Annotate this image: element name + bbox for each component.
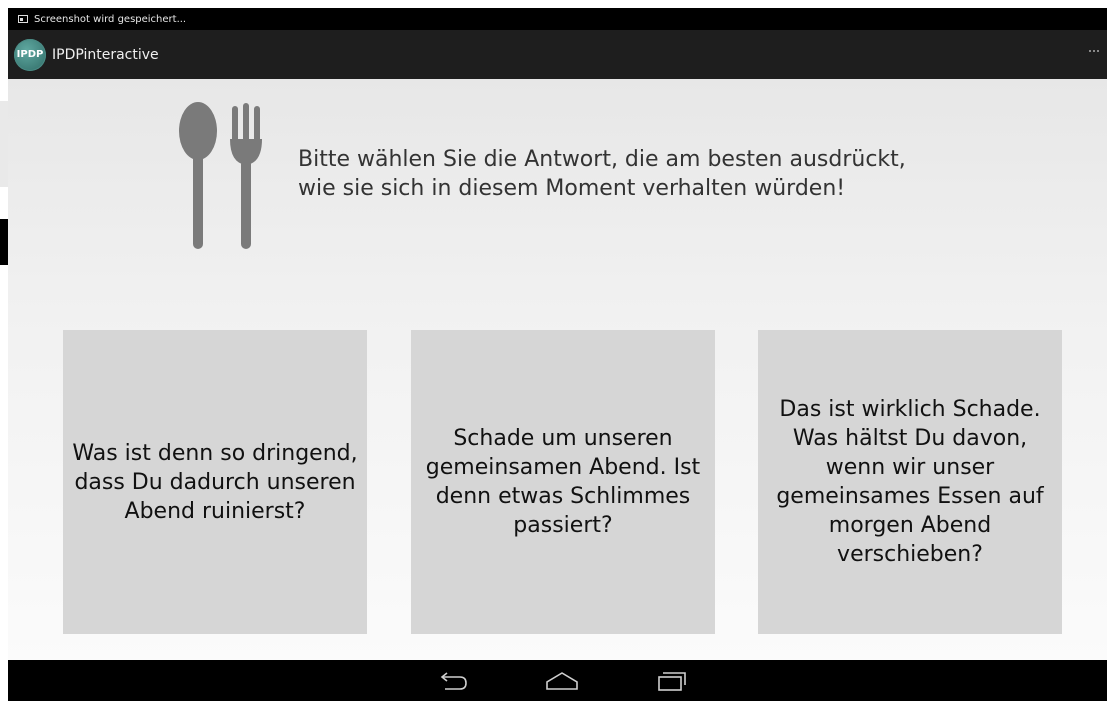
option-text: Was ist denn so dringend, — [72, 440, 358, 466]
home-icon[interactable] — [542, 668, 582, 694]
option-text: gemeinsamen Abend. Ist — [425, 455, 701, 480]
option-text: gemeinsames Essen auf — [776, 484, 1044, 509]
option-text: Schade um unseren — [453, 426, 673, 451]
overflow-menu-icon[interactable] — [1089, 50, 1099, 52]
status-bar: Screenshot wird gespeichert... — [8, 8, 1107, 30]
main-content: Bitte wählen Sie die Antwort, die am bes… — [8, 79, 1107, 660]
prompt-line: wie sie sich in diesem Moment verhalten … — [298, 176, 846, 201]
prompt-line: Bitte wählen Sie die Antwort, die am bes… — [298, 147, 906, 172]
logo-text: IPDP — [16, 49, 44, 60]
status-notification: Screenshot wird gespeichert... — [34, 13, 187, 25]
option-text: wenn wir unser — [825, 455, 995, 480]
screenshot-icon — [18, 15, 28, 23]
question-prompt: Bitte wählen Sie die Antwort, die am bes… — [298, 145, 1058, 203]
option-text: morgen Abend — [828, 513, 992, 538]
spoon-fork-icon — [179, 102, 262, 249]
action-bar: IPDP IPDPinteractive — [8, 30, 1107, 79]
answer-option-1[interactable]: Was ist denn so dringend, dass Du dadurc… — [63, 330, 367, 634]
option-text: Das ist wirklich Schade. — [779, 397, 1041, 422]
option-text: denn etwas Schlimmes — [435, 484, 691, 509]
option-text: dass Du dadurch unseren — [74, 469, 356, 495]
left-edge-strip — [0, 0, 8, 701]
option-text: passiert? — [513, 513, 613, 538]
option-text: verschieben? — [837, 542, 983, 567]
background-window-fragment — [0, 219, 8, 265]
background-window-fragment — [0, 101, 8, 187]
app-title: IPDPinteractive — [52, 46, 159, 63]
answer-option-2[interactable]: Schade um unseren gemeinsamen Abend. Ist… — [411, 330, 715, 634]
answer-option-3[interactable]: Das ist wirklich Schade. Was hältst Du d… — [758, 330, 1062, 634]
recent-apps-icon[interactable] — [652, 668, 692, 694]
option-text: Was hältst Du davon, — [792, 426, 1028, 451]
app-logo[interactable]: IPDP — [14, 38, 46, 71]
device-screen: Screenshot wird gespeichert... IPDP IPDP… — [8, 8, 1107, 701]
navigation-bar — [8, 660, 1107, 701]
back-icon[interactable] — [433, 668, 473, 694]
option-text: Abend ruinierst? — [124, 498, 306, 524]
